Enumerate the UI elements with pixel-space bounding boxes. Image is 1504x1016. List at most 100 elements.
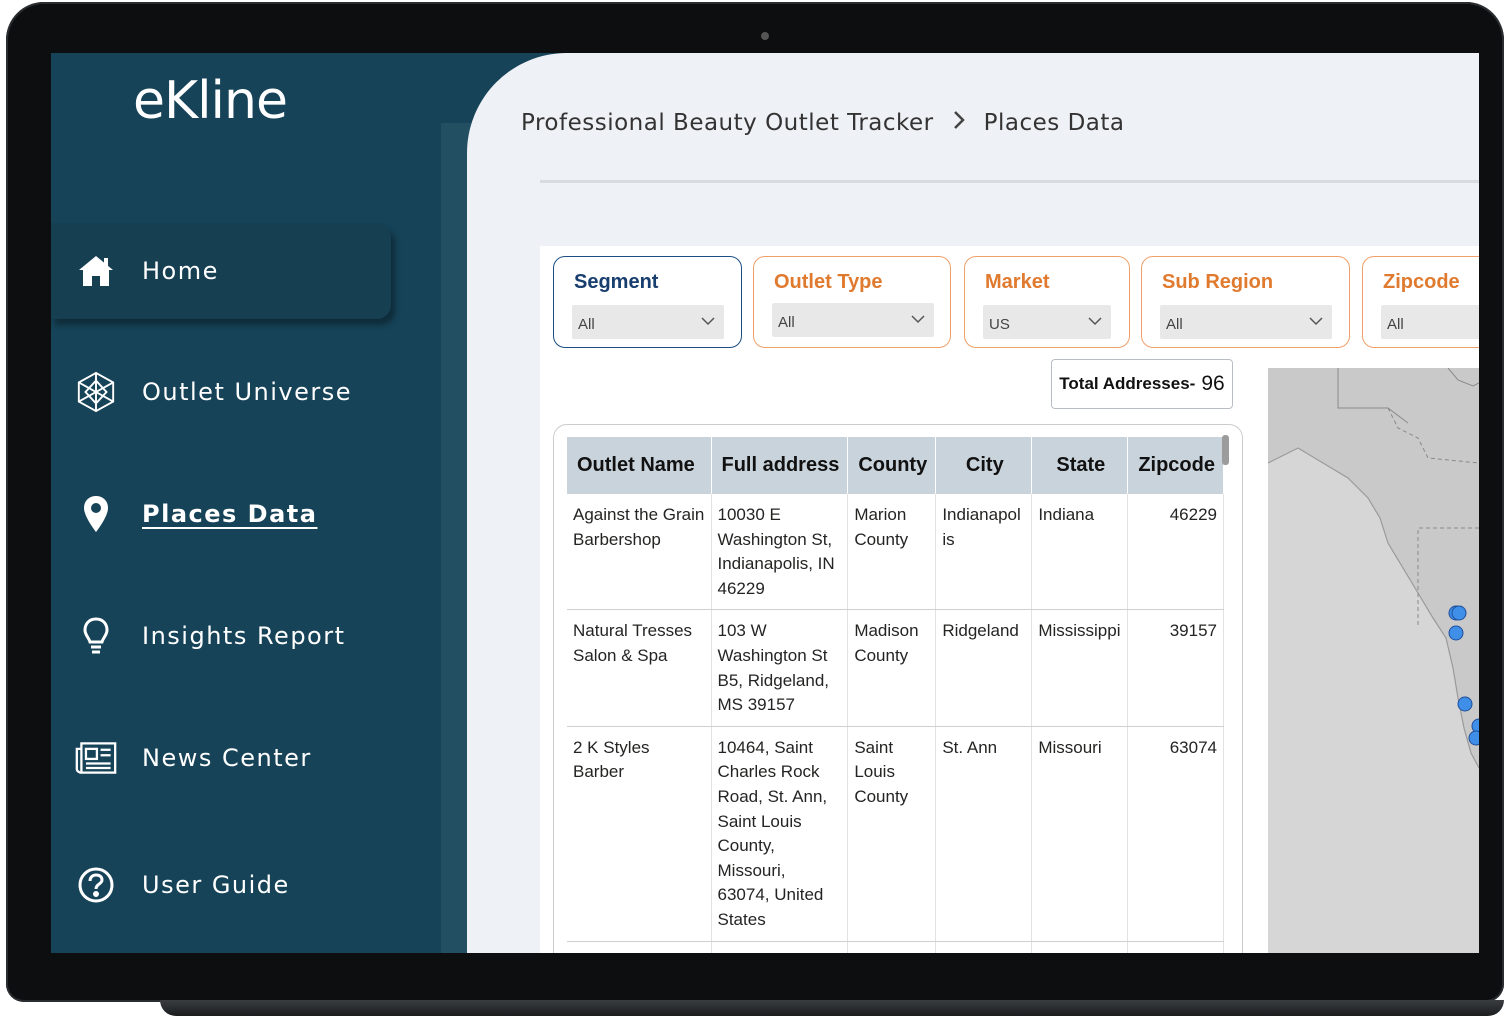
cell-zipcode: 39157 <box>1127 609 1224 727</box>
select-value: US <box>989 316 1010 333</box>
total-label: Total Addresses- <box>1059 374 1196 393</box>
chevron-down-icon <box>1309 317 1323 326</box>
main-content: Professional Beauty Outlet Tracker Place… <box>467 53 1479 953</box>
cell-outlet-name: HairDoc TK - Hair Extensions -Hair <box>567 941 712 953</box>
cell-state: Mississippi <box>1031 609 1129 727</box>
cell-state: Missouri <box>1031 726 1129 942</box>
places-table: Outlet Name Full address County City Sta… <box>567 437 1224 953</box>
sidebar-item-user-guide[interactable]: User Guide <box>51 837 391 933</box>
sidebar-item-insights-report[interactable]: Insights Report <box>51 588 391 684</box>
table-scrollbar[interactable] <box>1222 435 1229 465</box>
cell-city: Scottsdale <box>935 941 1033 953</box>
col-header-city[interactable]: City <box>935 437 1033 494</box>
market-filter: Market US <box>964 256 1130 348</box>
cell-outlet-name: 2 K Styles Barber <box>567 726 712 942</box>
cell-county: Saint Louis County <box>847 726 937 942</box>
table-row[interactable]: 2 K Styles Barber 10464, Saint Charles R… <box>567 726 1224 942</box>
report-panel: Segment All Outlet Type All Market US Su… <box>540 246 1479 953</box>
app-screen: eKline Home Outlet Universe Places Data … <box>51 53 1479 953</box>
breadcrumb-parent[interactable]: Professional Beauty Outlet Tracker <box>521 110 934 136</box>
map-pin-icon <box>75 493 117 535</box>
globe-icon <box>75 371 117 413</box>
sidebar-item-label: Outlet Universe <box>142 378 353 406</box>
cell-zipcode: 85254 <box>1127 941 1224 953</box>
zipcode-filter: Zipcode All <box>1362 256 1479 348</box>
cell-address: 10830 N 71st Pl Suite 204 <box>711 941 849 953</box>
table-row[interactable]: Natural Tresses Salon & Spa 103 W Washin… <box>567 609 1224 727</box>
sidebar-item-outlet-universe[interactable]: Outlet Universe <box>51 344 391 440</box>
col-header-full-address[interactable]: Full address <box>711 437 849 494</box>
market-select[interactable]: US <box>983 305 1111 339</box>
sidebar-item-label: News Center <box>142 744 312 772</box>
sidebar-item-label: Places Data <box>142 500 318 528</box>
chevron-down-icon <box>1088 317 1102 326</box>
col-header-outlet-name[interactable]: Outlet Name <box>567 437 712 494</box>
map-marker[interactable] <box>1448 625 1464 641</box>
select-value: All <box>1166 316 1183 333</box>
camera-icon <box>761 32 769 40</box>
map-marker[interactable] <box>1468 730 1479 746</box>
cell-state: Arizona <box>1031 941 1129 953</box>
home-icon <box>75 250 117 292</box>
select-value: All <box>1387 316 1404 333</box>
cell-city: Ridgeland <box>935 609 1033 727</box>
cell-county: Maricopa County <box>847 941 937 953</box>
cell-address: 10464, Saint Charles Rock Road, St. Ann,… <box>711 726 849 942</box>
sub-region-select[interactable]: All <box>1160 305 1332 339</box>
chevron-down-icon <box>911 315 925 324</box>
col-header-zipcode[interactable]: Zipcode <box>1127 437 1224 494</box>
table-row[interactable]: Against the Grain Barbershop 10030 E Was… <box>567 494 1224 611</box>
filter-title: Market <box>985 271 1050 293</box>
logo: eKline <box>133 71 288 131</box>
sub-region-filter: Sub Region All <box>1141 256 1350 348</box>
segment-select[interactable]: All <box>572 305 724 339</box>
col-header-state[interactable]: State <box>1031 437 1129 494</box>
map-marker[interactable] <box>1457 696 1473 712</box>
cell-city: St. Ann <box>935 726 1033 942</box>
outlet-type-filter: Outlet Type All <box>753 256 951 348</box>
map-marker[interactable] <box>1451 605 1467 621</box>
cell-zipcode: 63074 <box>1127 726 1224 942</box>
filter-title: Sub Region <box>1162 271 1274 293</box>
places-table-card: Outlet Name Full address County City Sta… <box>553 424 1243 953</box>
segment-filter: Segment All <box>553 256 742 348</box>
newspaper-icon <box>75 737 117 779</box>
cell-outlet-name: Natural Tresses Salon & Spa <box>567 609 712 727</box>
chevron-down-icon <box>701 317 715 326</box>
sidebar-item-label: Insights Report <box>142 622 346 650</box>
cell-zipcode: 46229 <box>1127 494 1224 611</box>
sidebar-item-news-center[interactable]: News Center <box>51 710 391 806</box>
cell-outlet-name: Against the Grain Barbershop <box>567 494 712 611</box>
filter-title: Outlet Type <box>774 271 883 293</box>
sidebar-item-label: User Guide <box>142 871 290 899</box>
divider <box>540 180 1479 183</box>
table-row[interactable]: HairDoc TK - Hair Extensions -Hair 10830… <box>567 941 1224 953</box>
sidebar-item-home[interactable]: Home <box>51 223 391 319</box>
cell-address: 10030 E Washington St, Indianapolis, IN … <box>711 494 849 611</box>
cell-city: Indianapol is <box>935 494 1033 611</box>
filter-title: Segment <box>574 271 659 293</box>
select-value: All <box>578 316 595 333</box>
sidebar-item-places-data[interactable]: Places Data <box>51 466 391 562</box>
select-value: All <box>778 314 795 331</box>
cell-state: Indiana <box>1031 494 1129 611</box>
cell-address: 103 W Washington St B5, Ridgeland, MS 39… <box>711 609 849 727</box>
cell-county: Marion County <box>847 494 937 611</box>
filter-title: Zipcode <box>1383 271 1460 293</box>
map-shapes <box>1268 368 1479 953</box>
breadcrumb: Professional Beauty Outlet Tracker Place… <box>521 109 1125 137</box>
breadcrumb-current: Places Data <box>983 110 1125 136</box>
col-header-county[interactable]: County <box>847 437 937 494</box>
help-icon <box>75 864 117 906</box>
laptop-base <box>160 1000 1504 1016</box>
outlet-type-select[interactable]: All <box>772 303 934 337</box>
sidebar: eKline Home Outlet Universe Places Data … <box>51 53 491 953</box>
total-addresses-card: Total Addresses- 96 <box>1051 359 1233 409</box>
table-header-row: Outlet Name Full address County City Sta… <box>567 437 1224 494</box>
zipcode-select[interactable]: All <box>1381 305 1479 339</box>
sidebar-item-label: Home <box>142 257 219 285</box>
total-value: 96 <box>1201 372 1225 395</box>
lightbulb-icon <box>75 615 117 657</box>
places-map[interactable] <box>1268 368 1479 953</box>
cell-county: Madison County <box>847 609 937 727</box>
